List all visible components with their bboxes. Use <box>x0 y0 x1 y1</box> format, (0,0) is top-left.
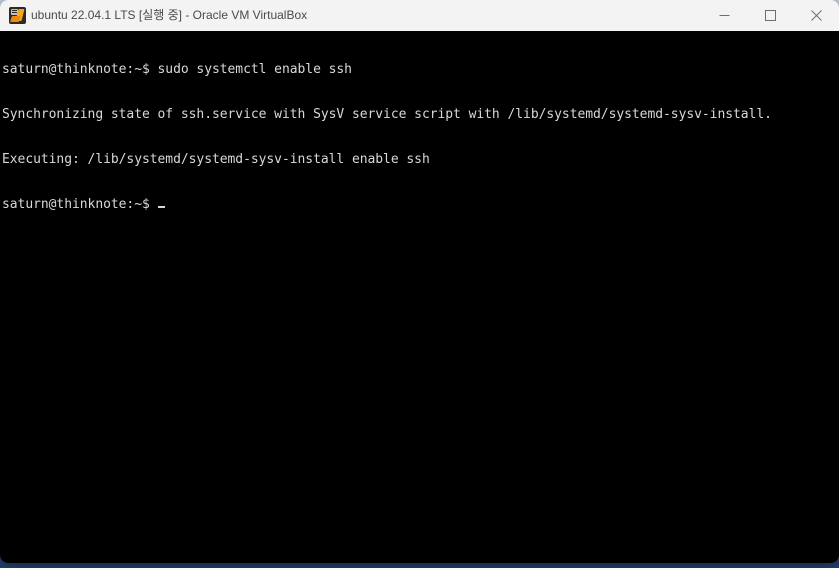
terminal-prompt-line: saturn@thinknote:~$ <box>2 197 772 212</box>
window-title: ubuntu 22.04.1 LTS [실행 중] - Oracle VM Vi… <box>31 8 308 22</box>
terminal-cursor <box>157 206 165 208</box>
terminal-screen[interactable]: saturn@thinknote:~$ sudo systemctl enabl… <box>0 31 772 242</box>
close-icon <box>810 10 822 21</box>
virtualbox-icon <box>9 7 26 24</box>
vm-terminal-display[interactable]: saturn@thinknote:~$ sudo systemctl enabl… <box>0 31 839 563</box>
terminal-prompt: saturn@thinknote:~$ <box>2 197 158 212</box>
maximize-icon <box>764 10 776 21</box>
window-controls <box>701 0 839 31</box>
close-button[interactable] <box>793 0 839 31</box>
minimize-button[interactable] <box>701 0 747 31</box>
window-titlebar[interactable]: ubuntu 22.04.1 LTS [실행 중] - Oracle VM Vi… <box>0 0 839 31</box>
terminal-line: saturn@thinknote:~$ sudo systemctl enabl… <box>2 62 352 77</box>
maximize-button[interactable] <box>747 0 793 31</box>
virtualbox-window: ubuntu 22.04.1 LTS [실행 중] - Oracle VM Vi… <box>0 0 839 563</box>
minimize-icon <box>719 15 729 16</box>
terminal-line: Synchronizing state of ssh.service with … <box>2 107 772 122</box>
terminal-line: Executing: /lib/systemd/systemd-sysv-ins… <box>2 152 430 167</box>
